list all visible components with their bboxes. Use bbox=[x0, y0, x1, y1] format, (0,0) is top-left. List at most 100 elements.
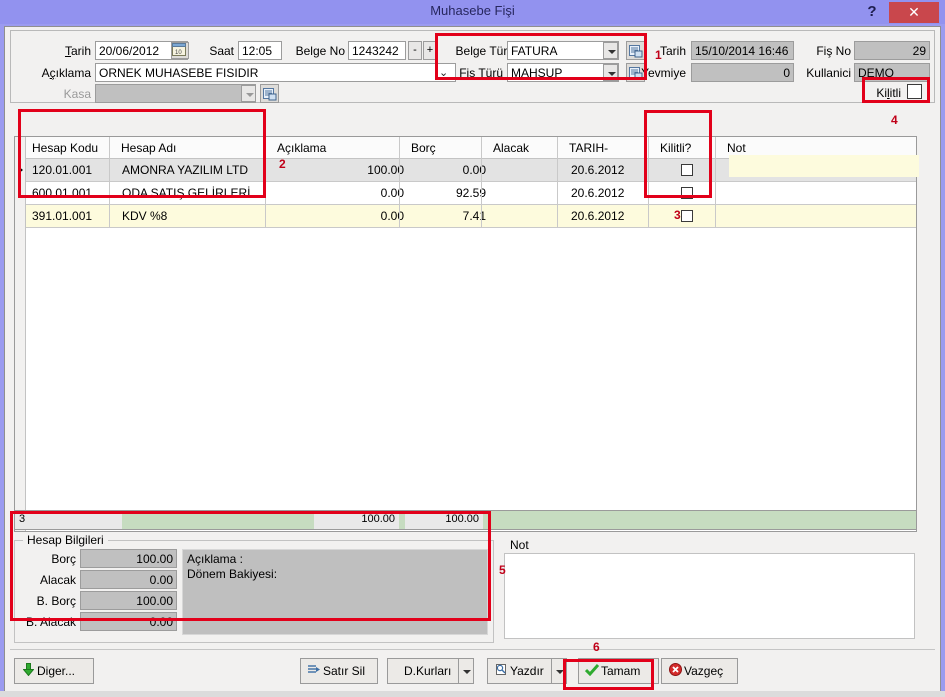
close-icon[interactable]: ✕ bbox=[889, 2, 939, 23]
yazdir-dropdown-arrow-icon[interactable] bbox=[551, 658, 567, 684]
hesap-aciklama-line: Açıklama : bbox=[187, 552, 244, 566]
aciklama-input[interactable]: ORNEK MUHASEBE FISIDIR bbox=[95, 63, 456, 82]
belge-no-increment-button[interactable]: + bbox=[423, 41, 437, 60]
grid-col-divider bbox=[648, 137, 649, 159]
hesap-detay-panel: Açıklama : Dönem Bakiyesi: bbox=[182, 549, 488, 635]
cell-borc[interactable]: 100.00 bbox=[326, 163, 404, 177]
grid-col-divider bbox=[481, 159, 482, 228]
cell-hesap-kodu[interactable]: 391.01.001 bbox=[32, 209, 92, 223]
kasa-label: Kasa bbox=[63, 87, 91, 101]
satir-sil-button[interactable]: Satır Sil bbox=[300, 658, 378, 684]
satir-sil-label: Satır Sil bbox=[323, 664, 366, 678]
not-title: Not bbox=[506, 538, 533, 552]
annotation-number-4: 4 bbox=[891, 113, 898, 127]
cell-alacak[interactable]: 92.59 bbox=[416, 186, 486, 200]
column-header-hesap-kodu[interactable]: Hesap Kodu bbox=[32, 141, 98, 155]
cell-borc[interactable]: 0.00 bbox=[326, 186, 404, 200]
fis-turu-dropdown-button[interactable] bbox=[603, 64, 618, 81]
cell-kilitli-checkbox[interactable] bbox=[681, 210, 693, 222]
hb-alacak-label: Alacak bbox=[39, 573, 76, 587]
column-header-aciklama[interactable]: Açıklama bbox=[277, 141, 326, 155]
summary-alacak-total: 100.00 bbox=[405, 511, 483, 529]
yevmiye-label: Yevmiye bbox=[641, 66, 686, 80]
cell-tarih[interactable]: 20.6.2012 bbox=[571, 209, 624, 223]
delete-row-icon bbox=[305, 660, 323, 684]
cell-kilitli-checkbox[interactable] bbox=[681, 187, 693, 199]
cell-kilitli-checkbox[interactable] bbox=[681, 164, 693, 176]
column-header-borc[interactable]: Borç bbox=[411, 141, 436, 155]
hesap-bilgileri-group: Hesap Bilgileri Borç 100.00 Alacak 0.00 … bbox=[14, 533, 494, 643]
cell-hesap-adi[interactable]: AMONRA YAZILIM LTD bbox=[122, 163, 248, 177]
current-row-marker bbox=[18, 166, 23, 174]
grid-gutter bbox=[15, 137, 26, 531]
cell-alacak[interactable]: 0.00 bbox=[416, 163, 486, 177]
table-row[interactable]: 600.01.001 ODA SATIŞ GELİRLERİ 0.00 92.5… bbox=[26, 182, 916, 205]
grid-col-divider bbox=[265, 137, 266, 159]
grid-summary-footer: 3 100.00 100.00 bbox=[14, 510, 917, 530]
cell-borc[interactable]: 0.00 bbox=[326, 209, 404, 223]
grid-col-divider bbox=[109, 137, 110, 159]
dkurlari-dropdown-arrow-icon[interactable] bbox=[458, 658, 474, 684]
not-textarea[interactable] bbox=[504, 553, 915, 639]
cell-tarih[interactable]: 20.6.2012 bbox=[571, 163, 624, 177]
hesap-donem-bakiyesi-line: Dönem Bakiyesi: bbox=[187, 567, 278, 581]
cell-tarih[interactable]: 20.6.2012 bbox=[571, 186, 624, 200]
grid-col-divider bbox=[557, 159, 558, 228]
grid-col-divider bbox=[481, 137, 482, 159]
column-header-kilitli[interactable]: Kilitli? bbox=[660, 141, 691, 155]
taskbar-strip bbox=[0, 691, 945, 697]
grid-col-divider bbox=[715, 159, 716, 228]
kasa-lookup-icon[interactable] bbox=[260, 84, 279, 103]
summary-borc-total: 100.00 bbox=[314, 511, 399, 529]
cell-hesap-kodu[interactable]: 120.01.001 bbox=[32, 163, 92, 177]
hb-b-alacak-value: 0.00 bbox=[80, 612, 177, 631]
help-button[interactable]: ? bbox=[861, 0, 883, 24]
diger-button[interactable]: Diger... bbox=[14, 658, 94, 684]
kasa-input[interactable] bbox=[95, 84, 256, 103]
fis-turu-label: Fis Türü bbox=[459, 66, 503, 80]
chevron-down-icon[interactable]: ⌄ bbox=[439, 66, 448, 79]
belge-no-input[interactable]: 1243242 bbox=[348, 41, 406, 60]
cell-hesap-adi[interactable]: ODA SATIŞ GELİRLERİ bbox=[122, 186, 250, 200]
page-title: Muhasebe Fişi bbox=[430, 3, 515, 18]
cell-hesap-adi[interactable]: KDV %8 bbox=[122, 209, 167, 223]
tamam-label: Tamam bbox=[601, 664, 641, 678]
annotation-number-6: 6 bbox=[593, 640, 600, 654]
vazgec-button[interactable]: Vazgeç bbox=[661, 658, 738, 684]
belge-no-decrement-button[interactable]: - bbox=[408, 41, 422, 60]
diger-button-label: Diger... bbox=[37, 664, 76, 678]
column-header-not[interactable]: Not bbox=[727, 141, 746, 155]
cell-alacak[interactable]: 7.41 bbox=[416, 209, 486, 223]
saat-input[interactable]: 12:05 bbox=[238, 41, 282, 60]
vazgec-label: Vazgeç bbox=[684, 664, 724, 678]
belge-turu-dropdown-button[interactable] bbox=[603, 42, 618, 59]
kilitli-label: Kilitli bbox=[876, 86, 901, 100]
cell-not[interactable] bbox=[729, 155, 919, 177]
dkurlari-button[interactable]: D.Kurları bbox=[387, 658, 474, 684]
grid-col-divider bbox=[557, 137, 558, 159]
hb-b-borc-label: B. Borç bbox=[36, 594, 76, 608]
calendar-icon[interactable]: 10 bbox=[171, 42, 189, 59]
table-row[interactable]: 391.01.001 KDV %8 0.00 7.41 20.6.2012 bbox=[26, 205, 916, 228]
tamam-button[interactable]: Tamam bbox=[578, 658, 659, 684]
kilitli-checkbox[interactable] bbox=[907, 84, 922, 99]
cell-hesap-kodu[interactable]: 600.01.001 bbox=[32, 186, 92, 200]
hesap-bilgileri-title: Hesap Bilgileri bbox=[23, 533, 108, 547]
entries-grid[interactable]: Hesap Kodu Hesap Adı Açıklama Borç Alaca… bbox=[14, 136, 919, 532]
yevmiye-value: 0 bbox=[691, 63, 794, 82]
yazdir-button[interactable]: Yazdır bbox=[487, 658, 567, 684]
kasa-dropdown-button[interactable] bbox=[241, 85, 256, 102]
cancel-icon bbox=[666, 660, 684, 684]
hb-b-alacak-label: B. Alacak bbox=[25, 615, 76, 629]
column-header-hesap-adi[interactable]: Hesap Adı bbox=[121, 141, 176, 155]
kullanici-label: Kullanici bbox=[806, 66, 851, 80]
column-header-tarih[interactable]: TARIH- bbox=[569, 141, 608, 155]
not-group: Not bbox=[502, 538, 917, 643]
header-fields-group: Tarih 20/06/2012 10 Saat 12:05 Belge No … bbox=[10, 30, 935, 103]
window-client-area: Tarih 20/06/2012 10 Saat 12:05 Belge No … bbox=[4, 26, 941, 693]
bottom-toolbar: Diger... Satır Sil D.Kurları Yazdır Tama… bbox=[10, 649, 935, 691]
column-header-alacak[interactable]: Alacak bbox=[493, 141, 529, 155]
annotation-number-5: 5 bbox=[499, 563, 506, 577]
belge-no-label: Belge No bbox=[295, 44, 345, 58]
table-row[interactable]: 120.01.001 AMONRA YAZILIM LTD 100.00 0.0… bbox=[18, 155, 919, 182]
